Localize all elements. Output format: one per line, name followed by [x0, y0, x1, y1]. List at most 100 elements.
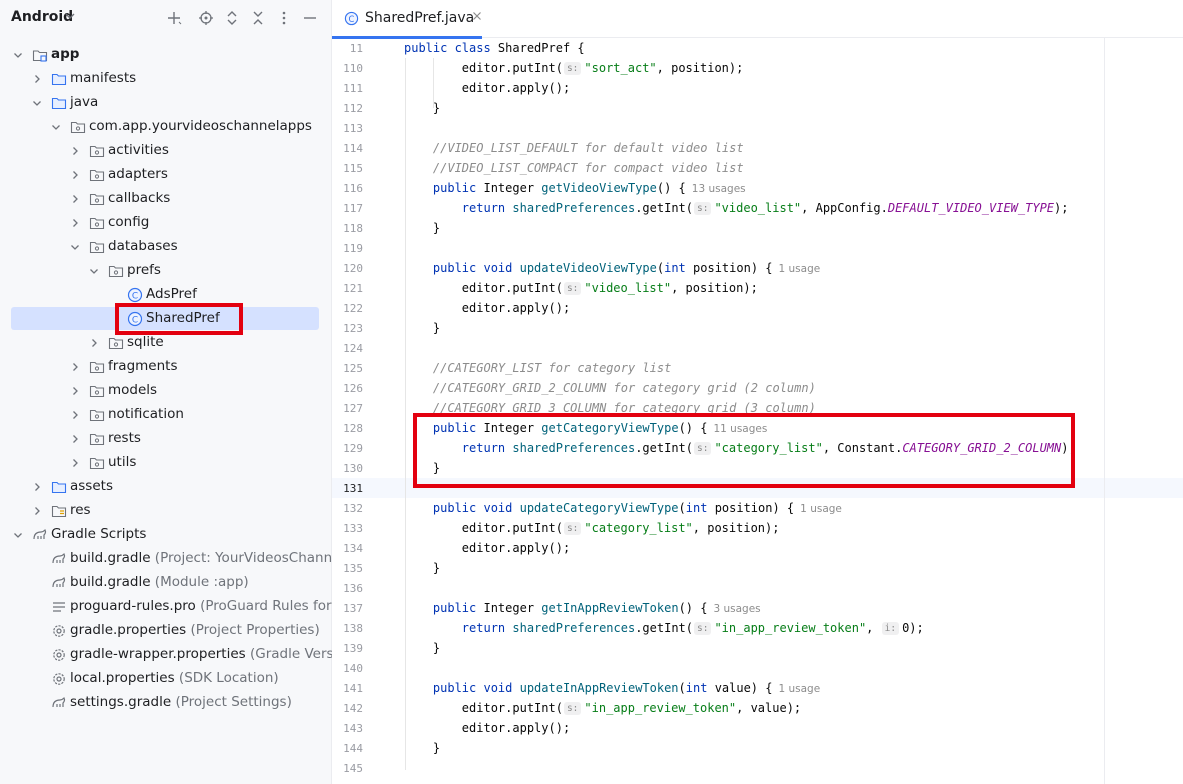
chevron-down-icon[interactable]: [12, 49, 24, 61]
code-line[interactable]: return sharedPreferences.getInt(s: "video…: [404, 198, 1068, 218]
code-line[interactable]: //CATEGORY_GRID_3_COLUMN for category gr…: [404, 398, 816, 418]
svg-text:C: C: [132, 316, 138, 326]
chevron-right-icon[interactable]: [69, 385, 81, 397]
code-line[interactable]: //CATEGORY_GRID_2_COLUMN for category gr…: [404, 378, 816, 398]
tree-item-assets[interactable]: assets: [0, 475, 331, 499]
code-line[interactable]: editor.apply();: [404, 538, 570, 558]
tree-item-utils[interactable]: utils: [0, 451, 331, 475]
tree-item-res[interactable]: res: [0, 499, 331, 523]
tree-item-adapters[interactable]: adapters: [0, 163, 331, 187]
code-line[interactable]: editor.putInt(s: "video_list", position);: [404, 278, 758, 298]
collapse-all-icon[interactable]: [248, 8, 268, 28]
code-line[interactable]: }: [404, 98, 440, 118]
tree-item-gradle-scripts[interactable]: Gradle Scripts: [0, 523, 331, 547]
tree-item-manifests[interactable]: manifests: [0, 67, 331, 91]
code-token: Integer: [483, 421, 542, 435]
code-line[interactable]: }: [404, 738, 440, 758]
code-area[interactable]: public class SharedPref { editor.putInt(…: [332, 38, 1183, 784]
code-line[interactable]: //VIDEO_LIST_COMPACT for compact video l…: [404, 158, 744, 178]
hide-icon[interactable]: [300, 8, 320, 28]
tab-sharedpref-java[interactable]: C SharedPref.java: [332, 0, 482, 39]
tree-item-activities[interactable]: activities: [0, 139, 331, 163]
chevron-down-icon[interactable]: [50, 121, 62, 133]
chevron-down-icon[interactable]: [64, 10, 76, 22]
chevron-down-icon[interactable]: [31, 97, 43, 109]
tree-item-notification[interactable]: notification: [0, 403, 331, 427]
usages-hint[interactable]: 1 usage: [800, 503, 842, 515]
tree-item-gradle-wrapper-properties[interactable]: gradle-wrapper.properties (Gradle Versio: [0, 643, 346, 667]
chevron-right-icon[interactable]: [31, 73, 43, 85]
chevron-down-icon[interactable]: [69, 241, 81, 253]
code-line[interactable]: editor.apply();: [404, 718, 570, 738]
close-icon[interactable]: [472, 11, 482, 21]
code-line[interactable]: public void updateInAppReviewToken(int v…: [404, 678, 820, 698]
add-icon[interactable]: [164, 8, 184, 28]
tree-item-config[interactable]: config: [0, 211, 331, 235]
tree-item-label: manifests: [70, 70, 137, 86]
code-line[interactable]: editor.apply();: [404, 298, 570, 318]
tree-item-gradle-properties[interactable]: gradle.properties (Project Properties): [0, 619, 331, 643]
chevron-right-icon[interactable]: [69, 145, 81, 157]
code-line[interactable]: public void updateVideoViewType(int posi…: [404, 258, 820, 278]
chevron-right-icon[interactable]: [69, 169, 81, 181]
code-token: return: [404, 621, 513, 635]
code-line[interactable]: }: [404, 318, 440, 338]
code-line[interactable]: //CATEGORY_LIST for category list: [404, 358, 671, 378]
code-line[interactable]: public Integer getCategoryViewType() {11…: [404, 418, 767, 438]
usages-hint[interactable]: 11 usages: [713, 423, 767, 435]
code-line[interactable]: public void updateCategoryViewType(int p…: [404, 498, 842, 518]
code-line[interactable]: }: [404, 458, 440, 478]
usages-hint[interactable]: 3 usages: [713, 603, 760, 615]
properties-icon: [51, 623, 67, 639]
chevron-down-icon[interactable]: [88, 265, 100, 277]
chevron-right-icon[interactable]: [31, 481, 43, 493]
tree-item-build-gradle[interactable]: build.gradle (Project: YourVideosChannel…: [0, 547, 351, 571]
tree-item-prefs[interactable]: prefs: [0, 259, 331, 283]
tree-item-models[interactable]: models: [0, 379, 331, 403]
code-line[interactable]: return sharedPreferences.getInt(s: "in_ap…: [404, 618, 924, 638]
tree-item-sqlite[interactable]: sqlite: [0, 331, 331, 355]
chevron-right-icon[interactable]: [69, 409, 81, 421]
tree-item-java[interactable]: java: [0, 91, 331, 115]
chevron-right-icon[interactable]: [69, 193, 81, 205]
tree-item-adspref[interactable]: C AdsPref: [0, 283, 331, 307]
chevron-right-icon[interactable]: [69, 457, 81, 469]
expand-all-icon[interactable]: [222, 8, 242, 28]
tree-item-settings-gradle[interactable]: settings.gradle (Project Settings): [0, 691, 331, 715]
tree-item-com-app-yourvideoschannelapps[interactable]: com.app.yourvideoschannelapps: [0, 115, 331, 139]
tree-item-sharedpref[interactable]: C SharedPref: [0, 307, 331, 331]
tree-item-databases[interactable]: databases: [0, 235, 331, 259]
chevron-down-icon[interactable]: [12, 529, 24, 541]
code-line[interactable]: editor.apply();: [404, 78, 570, 98]
code-line[interactable]: }: [404, 218, 440, 238]
chevron-right-icon[interactable]: [69, 433, 81, 445]
chevron-right-icon[interactable]: [69, 217, 81, 229]
code-line[interactable]: editor.putInt(s: "category_list", positio…: [404, 518, 779, 538]
code-line[interactable]: }: [404, 638, 440, 658]
tree-item-callbacks[interactable]: callbacks: [0, 187, 331, 211]
tree-item-local-properties[interactable]: local.properties (SDK Location): [0, 667, 331, 691]
usages-hint[interactable]: 1 usage: [779, 263, 821, 275]
code-line[interactable]: public class SharedPref {: [404, 38, 585, 58]
code-line[interactable]: editor.putInt(s: "sort_act", position);: [404, 58, 743, 78]
code-line[interactable]: }: [404, 558, 440, 578]
chevron-right-icon[interactable]: [31, 505, 43, 517]
tree-item-fragments[interactable]: fragments: [0, 355, 331, 379]
code-line[interactable]: return sharedPreferences.getInt(s: "categ…: [404, 438, 1076, 458]
code-line[interactable]: public Integer getInAppReviewToken() {3 …: [404, 598, 761, 618]
chevron-right-icon[interactable]: [69, 361, 81, 373]
tree-item-app[interactable]: app: [0, 43, 331, 67]
usages-hint[interactable]: 13 usages: [692, 183, 746, 195]
code-line[interactable]: editor.putInt(s: "in_app_review_token", v…: [404, 698, 801, 718]
locate-icon[interactable]: [196, 8, 216, 28]
code-token: public: [404, 181, 484, 195]
parameter-hint: s:: [694, 442, 712, 455]
usages-hint[interactable]: 1 usage: [778, 683, 820, 695]
tree-item-proguard-rules-pro[interactable]: proguard-rules.pro (ProGuard Rules for "…: [0, 595, 347, 619]
code-line[interactable]: public Integer getVideoViewType() {13 us…: [404, 178, 746, 198]
more-icon[interactable]: [274, 8, 294, 28]
code-line[interactable]: //VIDEO_LIST_DEFAULT for default video l…: [404, 138, 744, 158]
tree-item-build-gradle[interactable]: build.gradle (Module :app): [0, 571, 331, 595]
tree-item-rests[interactable]: rests: [0, 427, 331, 451]
chevron-right-icon[interactable]: [88, 337, 100, 349]
